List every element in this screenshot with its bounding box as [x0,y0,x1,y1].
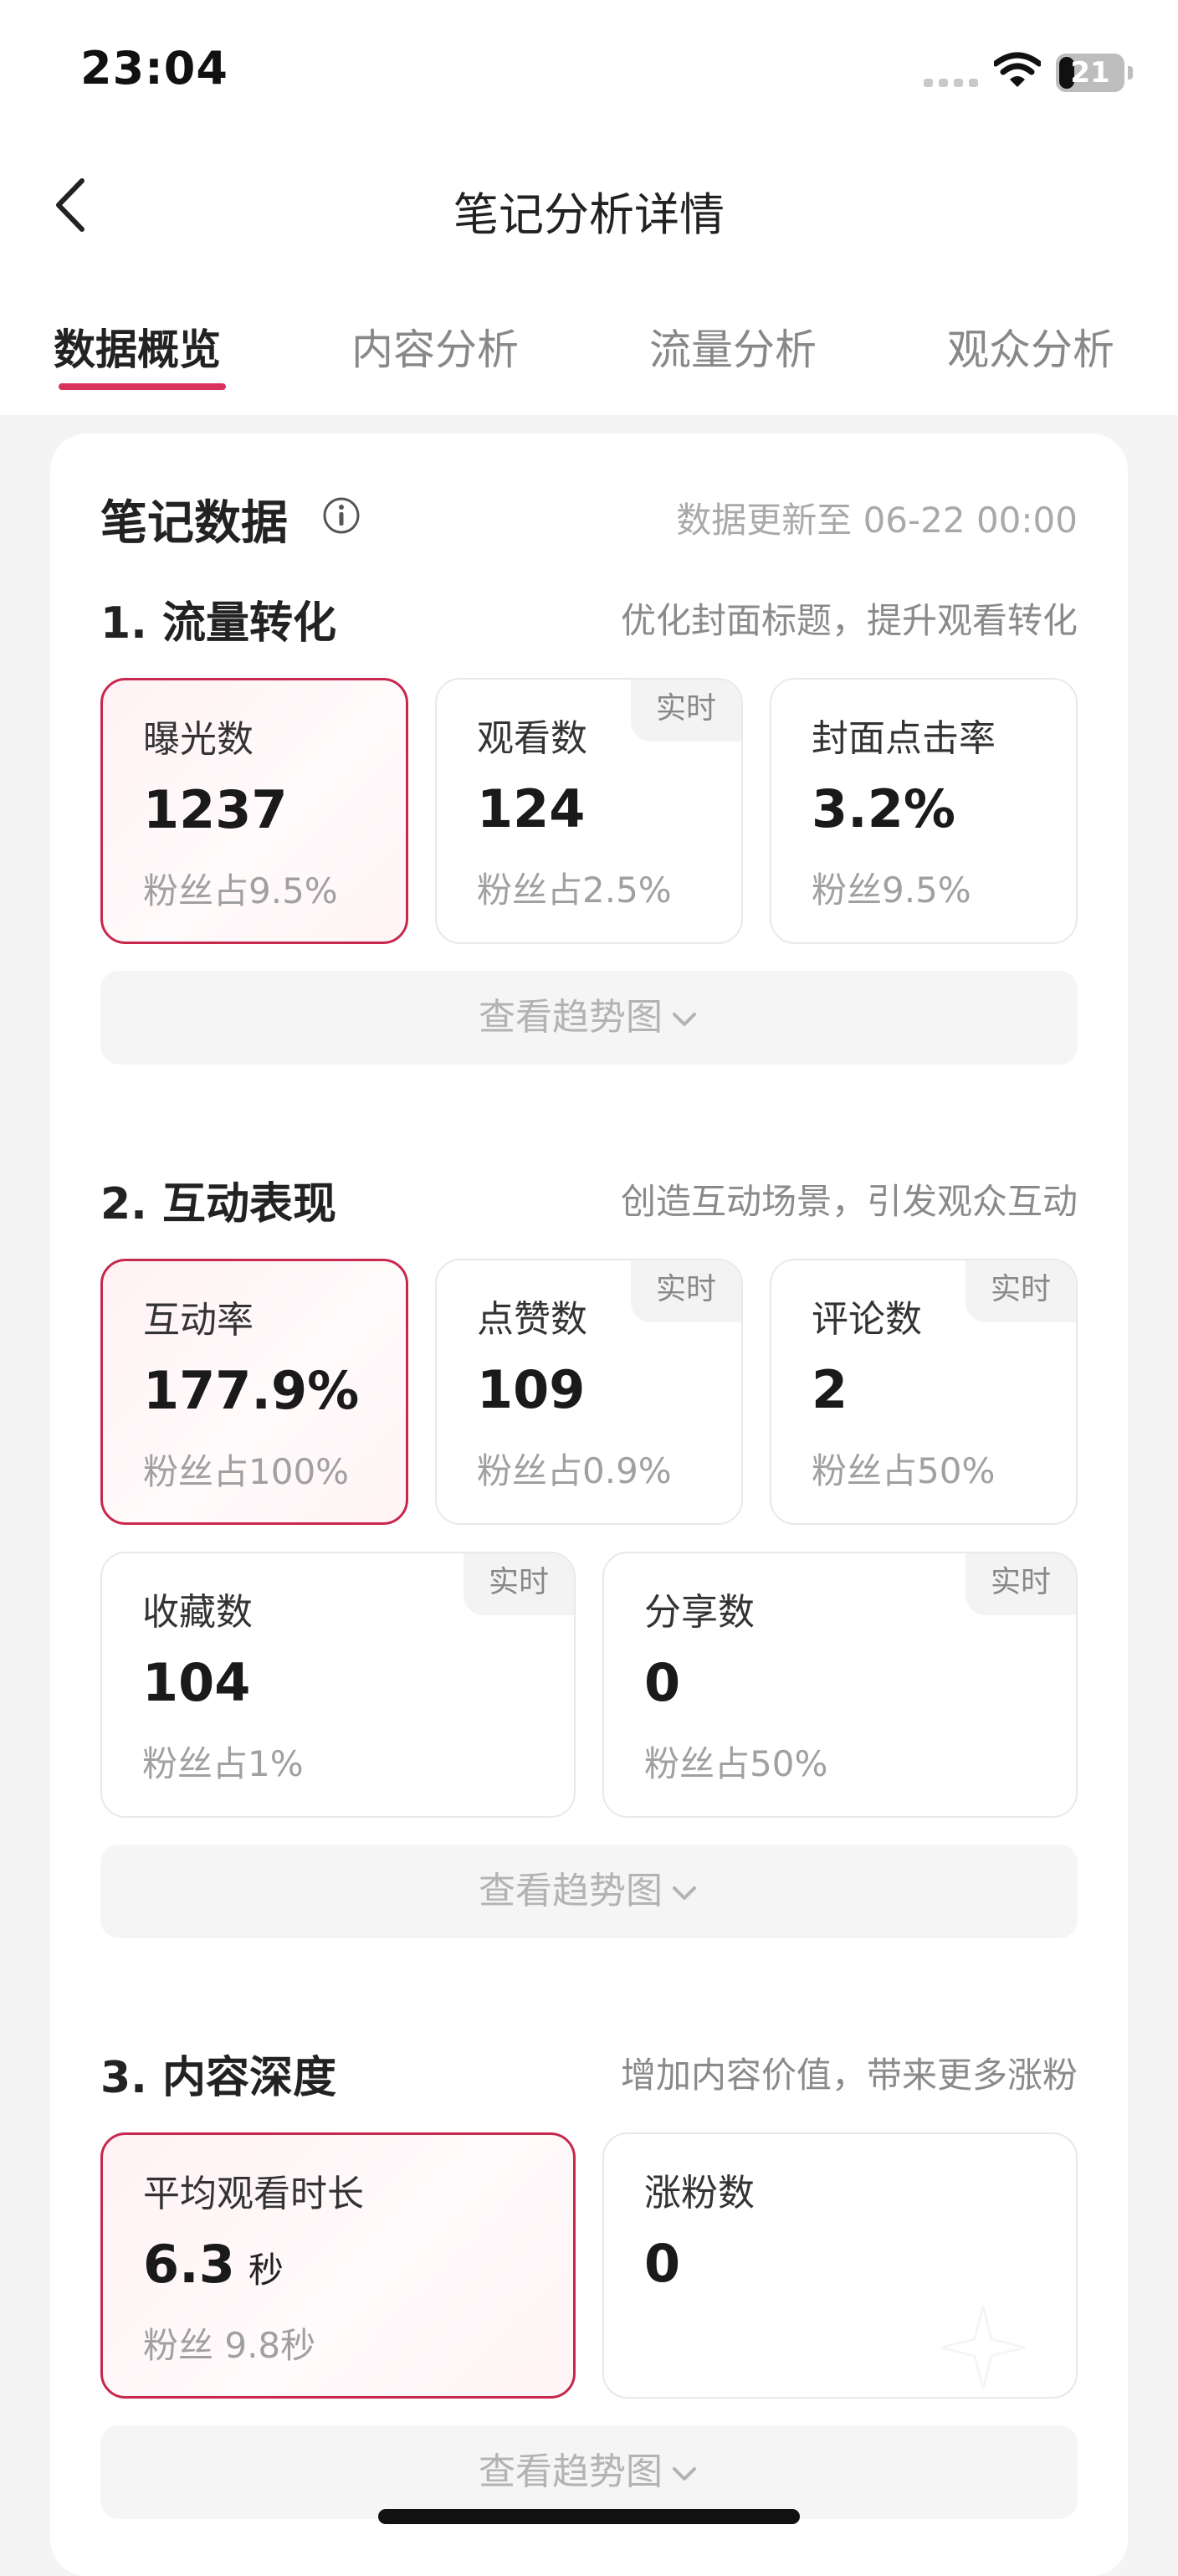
metric-sub: 粉丝占0.9% [477,1450,672,1491]
metric-sub: 粉丝占1% [142,1743,304,1784]
realtime-badge: 实时 [965,1553,1076,1615]
trend-button-label: 查看趋势图 [479,2450,663,2493]
home-indicator[interactable] [378,2509,800,2524]
metric-label: 曝光数 [143,718,254,761]
active-tab-indicator [59,383,226,390]
metric-value: 0 [644,1652,681,1713]
metric-sub: 粉丝占50% [812,1450,996,1491]
metric-value: 6.3 秒 [143,2234,284,2295]
metric-value: 104 [142,1652,251,1713]
metric-label: 互动率 [143,1299,254,1342]
metric-value: 2 [812,1359,848,1420]
trend-button-label: 查看趋势图 [479,1870,663,1912]
metric-card-cover-ctr[interactable]: 封面点击率 3.2% 粉丝9.5% [770,678,1078,944]
section-title-interaction: 2. 互动表现 [100,1179,337,1229]
notes-data-title: 笔记数据 [100,496,288,551]
tab-content-analysis[interactable]: 内容分析 [351,316,519,377]
section-hint-content-depth: 增加内容价值，带来更多涨粉 [620,2055,1078,2096]
trend-button-label: 查看趋势图 [479,996,663,1039]
note-data-card: 笔记数据 数据更新至 06-22 00:00 1. 流量转化 优化封面标题，提升… [50,434,1128,2576]
metric-card-shares[interactable]: 实时 分享数 0 粉丝占50% [602,1552,1078,1818]
battery-level: 21 [1070,56,1110,90]
metric-sub: 粉丝占50% [644,1743,828,1784]
view-trend-button-interaction[interactable]: 查看趋势图 [100,1845,1078,1938]
metric-value: 177.9% [143,1360,360,1421]
data-update-time: 数据更新至 06-22 00:00 [676,500,1078,541]
metric-label: 点赞数 [477,1298,587,1341]
metric-card-comments[interactable]: 实时 评论数 2 粉丝占50% [770,1259,1078,1525]
section-hint-traffic: 优化封面标题，提升观看转化 [620,600,1078,641]
realtime-badge: 实时 [631,680,741,741]
metric-label: 分享数 [644,1591,755,1634]
info-icon[interactable] [321,495,361,536]
metric-value: 124 [477,778,586,839]
cellular-signal-icon [924,79,979,87]
metric-sub: 粉丝占100% [143,1451,350,1492]
metric-label: 涨粉数 [644,2172,755,2214]
metric-value: 0 [644,2233,681,2294]
wifi-icon [992,52,1042,89]
view-trend-button-traffic[interactable]: 查看趋势图 [100,971,1078,1065]
status-time: 23:04 [80,42,228,95]
metric-value-number: 6.3 [143,2234,235,2295]
metric-card-likes[interactable]: 实时 点赞数 109 粉丝占0.9% [435,1259,743,1525]
tab-audience-analysis[interactable]: 观众分析 [947,316,1114,377]
section-hint-interaction: 创造互动场景，引发观众互动 [620,1181,1078,1222]
realtime-badge: 实时 [464,1553,574,1615]
tab-traffic-analysis[interactable]: 流量分析 [649,316,817,377]
chevron-down-icon [673,1013,696,1026]
metric-sub: 粉丝占9.5% [143,870,338,911]
chevron-down-icon [673,1886,696,1900]
battery-icon: 21 [1056,54,1133,92]
metric-card-avg-watch-time[interactable]: 平均观看时长 6.3 秒 粉丝 9.8秒 [100,2132,576,2399]
metric-sub: 粉丝 9.8秒 [143,2325,316,2366]
sparkle-watermark-icon [937,2301,1029,2394]
page-title: 笔记分析详情 [453,188,725,241]
section-title-traffic: 1. 流量转化 [100,598,337,649]
view-trend-button-content-depth[interactable]: 查看趋势图 [100,2425,1078,2519]
tab-bar: 数据概览 内容分析 流量分析 观众分析 [0,316,1178,383]
metric-value: 3.2% [812,778,955,839]
metric-sub: 粉丝占2.5% [477,870,672,911]
metric-unit: 秒 [248,2250,284,2291]
realtime-badge: 实时 [965,1260,1076,1322]
section-title-content-depth: 3. 内容深度 [100,2053,337,2103]
metric-label: 评论数 [812,1298,922,1341]
metric-label: 收藏数 [142,1591,253,1634]
tab-data-overview[interactable]: 数据概览 [54,316,221,377]
metric-value: 1237 [143,779,288,840]
chevron-down-icon [673,2467,696,2481]
metric-card-interaction-rate[interactable]: 互动率 177.9% 粉丝占100% [100,1259,408,1525]
metric-card-saves[interactable]: 实时 收藏数 104 粉丝占1% [100,1552,576,1818]
metric-label: 封面点击率 [812,717,996,760]
metric-sub: 粉丝9.5% [812,870,971,911]
metric-card-exposure[interactable]: 曝光数 1237 粉丝占9.5% [100,678,408,944]
metric-label: 平均观看时长 [143,2173,364,2215]
metric-label: 观看数 [477,717,587,760]
metric-card-views[interactable]: 实时 观看数 124 粉丝占2.5% [435,678,743,944]
realtime-badge: 实时 [631,1260,741,1322]
metric-value: 109 [477,1359,586,1420]
